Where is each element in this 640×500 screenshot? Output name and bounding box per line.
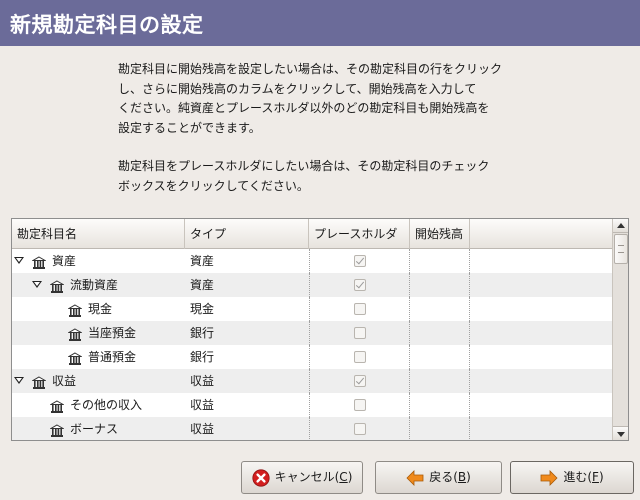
placeholder-checkbox[interactable] — [354, 303, 366, 315]
account-name-cell: 普通預金 — [12, 345, 185, 369]
placeholder-checkbox[interactable] — [354, 327, 366, 339]
bank-icon — [67, 326, 83, 341]
cancel-icon — [252, 468, 270, 487]
account-type-cell: 現金 — [190, 302, 215, 316]
bank-icon — [67, 302, 83, 317]
scroll-down-arrow-icon[interactable] — [613, 426, 628, 440]
bank-icon — [49, 278, 65, 293]
expander-triangle-down-icon[interactable] — [14, 256, 24, 266]
instructions: 勘定科目に開始残高を設定したい場合は、その勘定科目の行をクリック し、さらに開始… — [118, 60, 538, 215]
placeholder-checkbox[interactable] — [354, 375, 366, 387]
next-button[interactable]: 進む(F) — [510, 461, 634, 494]
back-button-label: 戻る(B) — [429, 470, 471, 484]
account-name: 流動資産 — [70, 278, 119, 292]
opening-balance-cell[interactable] — [410, 393, 470, 417]
account-name: 収益 — [52, 374, 77, 388]
opening-balance-cell[interactable] — [410, 273, 470, 297]
account-name-cell: その他の収入 — [12, 393, 185, 417]
account-type-cell: 銀行 — [190, 350, 215, 364]
table-row[interactable]: 普通預金 銀行 — [12, 345, 612, 369]
placeholder-checkbox[interactable] — [354, 399, 366, 411]
account-name-cell: 資産 — [12, 249, 185, 273]
account-type-cell: 収益 — [190, 398, 215, 412]
account-type-cell: 銀行 — [190, 326, 215, 340]
placeholder-cell — [309, 345, 410, 369]
tree-rows: 資産 資産 流動資産 資産 現金 現金 当座預金 銀行 普通預金 銀行 収益 収益 その他の収入 収益 ボー… — [12, 249, 612, 440]
expander-triangle-down-icon[interactable] — [32, 280, 42, 290]
account-type-cell: 資産 — [190, 278, 215, 292]
table-row[interactable]: ボーナス 収益 — [12, 417, 612, 440]
placeholder-checkbox[interactable] — [354, 255, 366, 267]
opening-balance-cell[interactable] — [410, 345, 470, 369]
account-type-cell: 収益 — [190, 422, 215, 436]
placeholder-checkbox[interactable] — [354, 351, 366, 363]
account-name: その他の収入 — [70, 398, 143, 412]
tree-header: 勘定科目名 タイプ プレースホルダ 開始残高 — [12, 219, 612, 249]
arrow-left-icon — [406, 469, 424, 486]
bank-icon — [31, 374, 47, 389]
account-tree[interactable]: 勘定科目名 タイプ プレースホルダ 開始残高 資産 資産 流動資産 資産 現金 現金 当座預… — [11, 218, 629, 441]
bank-icon — [49, 422, 65, 437]
column-header-opening-balance[interactable]: 開始残高 — [410, 219, 470, 249]
next-button-label: 進む(F) — [563, 470, 604, 484]
account-name: ボーナス — [70, 422, 119, 436]
vertical-scrollbar[interactable] — [612, 219, 628, 440]
arrow-right-icon — [540, 469, 558, 486]
back-button[interactable]: 戻る(B) — [375, 461, 502, 494]
page-title: 新規勘定科目の設定 — [10, 13, 204, 37]
placeholder-cell — [309, 417, 410, 440]
account-name-cell: ボーナス — [12, 417, 185, 440]
account-name: 資産 — [52, 254, 77, 268]
opening-balance-cell[interactable] — [410, 369, 470, 393]
instructions-paragraph-2: 勘定科目をプレースホルダにしたい場合は、その勘定科目のチェック ボックスをクリッ… — [118, 159, 490, 193]
account-name-cell: 現金 — [12, 297, 185, 321]
placeholder-checkbox[interactable] — [354, 279, 366, 291]
account-name-cell: 流動資産 — [12, 273, 185, 297]
table-row[interactable]: 資産 資産 — [12, 249, 612, 273]
opening-balance-cell[interactable] — [410, 297, 470, 321]
table-row[interactable]: その他の収入 収益 — [12, 393, 612, 417]
cancel-button-label: キャンセル(C) — [274, 470, 353, 484]
placeholder-cell — [309, 393, 410, 417]
account-name-cell: 当座預金 — [12, 321, 185, 345]
table-row[interactable]: 流動資産 資産 — [12, 273, 612, 297]
placeholder-checkbox[interactable] — [354, 423, 366, 435]
opening-balance-cell[interactable] — [410, 321, 470, 345]
scroll-up-arrow-icon[interactable] — [613, 219, 628, 233]
column-header-account-name[interactable]: 勘定科目名 — [12, 219, 185, 249]
account-name: 当座預金 — [88, 326, 137, 340]
account-name: 現金 — [88, 302, 113, 316]
instructions-paragraph-1: 勘定科目に開始残高を設定したい場合は、その勘定科目の行をクリック し、さらに開始… — [118, 62, 503, 135]
bank-icon — [67, 350, 83, 365]
placeholder-cell — [309, 297, 410, 321]
column-header-placeholder[interactable]: プレースホルダ — [309, 219, 410, 249]
page-header: 新規勘定科目の設定 — [0, 0, 640, 46]
placeholder-cell — [309, 249, 410, 273]
placeholder-cell — [309, 273, 410, 297]
column-header-type[interactable]: タイプ — [185, 219, 309, 249]
expander-triangle-down-icon[interactable] — [14, 376, 24, 386]
table-row[interactable]: 当座預金 銀行 — [12, 321, 612, 345]
table-row[interactable]: 収益 収益 — [12, 369, 612, 393]
scroll-thumb[interactable] — [614, 234, 628, 264]
opening-balance-cell[interactable] — [410, 417, 470, 440]
bank-icon — [49, 398, 65, 413]
opening-balance-cell[interactable] — [410, 249, 470, 273]
account-name: 普通預金 — [88, 350, 137, 364]
bank-icon — [31, 254, 47, 269]
placeholder-cell — [309, 321, 410, 345]
account-name-cell: 収益 — [12, 369, 185, 393]
placeholder-cell — [309, 369, 410, 393]
account-type-cell: 資産 — [190, 254, 215, 268]
cancel-button[interactable]: キャンセル(C) — [241, 461, 363, 494]
account-type-cell: 収益 — [190, 374, 215, 388]
table-row[interactable]: 現金 現金 — [12, 297, 612, 321]
